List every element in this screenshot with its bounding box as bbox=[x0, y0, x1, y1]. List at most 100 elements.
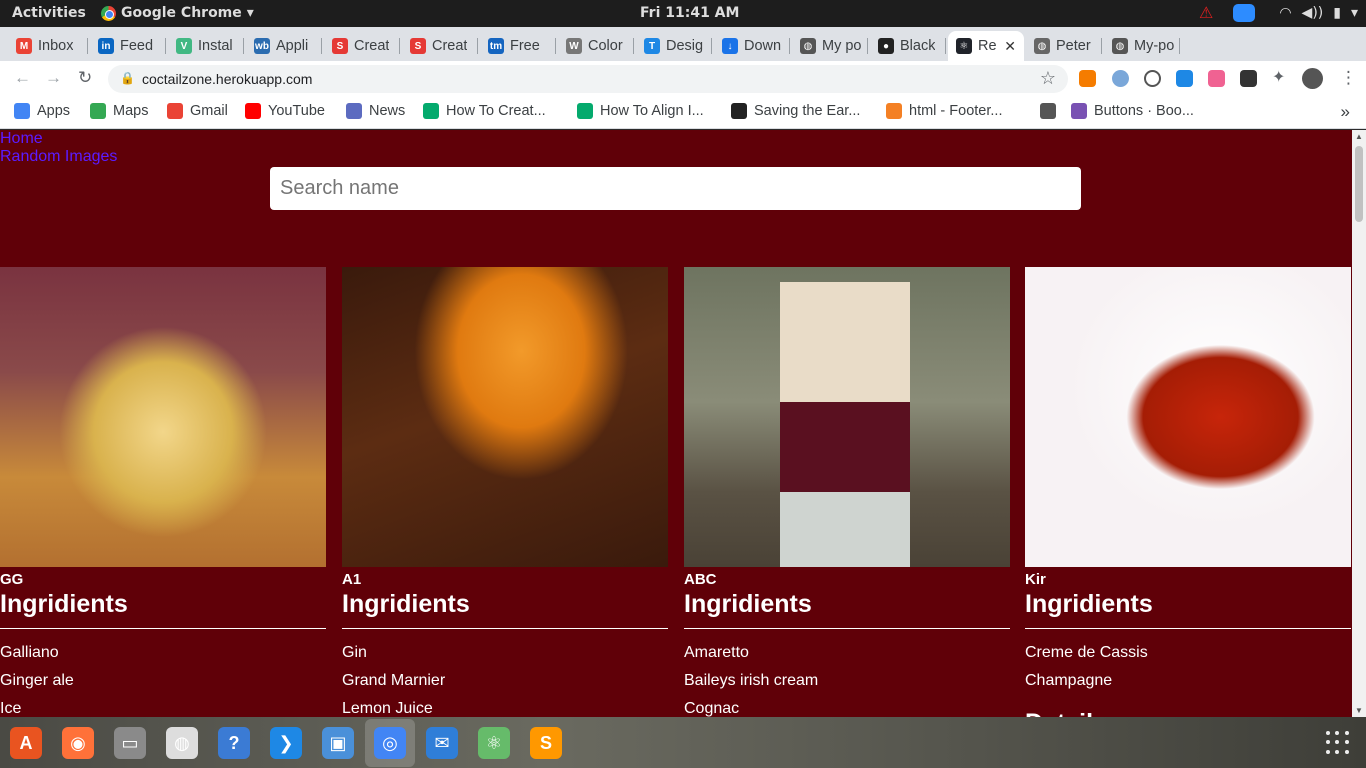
browser-tab[interactable]: ◍ My-po bbox=[1104, 31, 1180, 61]
bookmark-item[interactable]: How To Creat... bbox=[423, 103, 546, 119]
bookmark-star-icon[interactable]: ☆ bbox=[1040, 68, 1056, 89]
battery-icon[interactable]: ▮ bbox=[1333, 5, 1341, 21]
ubuntu-dock: A ◉ ▭ ◍? ❯ ▣ ◎ ✉ ⚛ S bbox=[0, 717, 1366, 768]
martini-glass-photo[interactable] bbox=[342, 267, 668, 567]
clock[interactable]: Fri 11:41 AM bbox=[640, 5, 739, 21]
sublime-icon[interactable]: S bbox=[530, 727, 562, 759]
url-text[interactable]: coctailzone.herokuapp.com bbox=[142, 71, 312, 87]
files-icon[interactable]: ▭ bbox=[114, 727, 146, 759]
browser-tab[interactable]: W Color bbox=[558, 31, 634, 61]
show-applications-icon[interactable] bbox=[1326, 731, 1350, 755]
image-viewer-icon[interactable]: ▣ bbox=[322, 727, 354, 759]
bookmark-item[interactable]: html - Footer... bbox=[886, 103, 1002, 119]
help-icon[interactable]: ? bbox=[218, 727, 250, 759]
browser-tab[interactable]: S Creat bbox=[402, 31, 478, 61]
divider bbox=[684, 628, 1010, 629]
web-page: Home Random Images GG Ingridients Galliano… bbox=[0, 130, 1352, 717]
bookmark-item[interactable]: Saving the Ear... bbox=[731, 103, 860, 119]
bookmark-item[interactable]: Maps bbox=[90, 103, 148, 119]
backup-icon[interactable]: ◍ bbox=[166, 727, 198, 759]
software-center-icon[interactable]: A bbox=[10, 727, 42, 759]
browser-tab[interactable]: ● Black bbox=[870, 31, 946, 61]
activities-button[interactable]: Activities bbox=[12, 5, 86, 21]
cocktail-card[interactable]: Kir Ingridients Creme de Cassis Champagne De… bbox=[1025, 267, 1351, 717]
search-input[interactable] bbox=[270, 167, 1081, 210]
mail-icon[interactable]: ✉ bbox=[426, 727, 458, 759]
browser-tab[interactable]: S Creat bbox=[324, 31, 400, 61]
browser-tab[interactable]: ⚛ Re ✕ bbox=[948, 31, 1024, 61]
chrome-icon bbox=[101, 5, 116, 21]
atom-icon[interactable]: ⚛ bbox=[478, 727, 510, 759]
download-icon: ↓ bbox=[722, 38, 738, 54]
avatar[interactable] bbox=[1302, 68, 1323, 89]
browser-tab[interactable]: ↓ Down bbox=[714, 31, 790, 61]
more-bookmarks-icon[interactable]: » bbox=[1341, 102, 1350, 122]
extension-new-icon[interactable] bbox=[1240, 70, 1257, 87]
github-icon: ● bbox=[878, 38, 894, 54]
browser-tab[interactable]: tm Free bbox=[480, 31, 556, 61]
tab-separator bbox=[867, 38, 868, 54]
wifi-icon[interactable]: ◠ bbox=[1279, 5, 1291, 21]
w3schools-icon bbox=[577, 103, 593, 119]
scrollbar-thumb[interactable] bbox=[1355, 146, 1363, 222]
browser-tab[interactable]: ◍ My po bbox=[792, 31, 868, 61]
menu-kebab-icon[interactable]: ⋮ bbox=[1340, 68, 1357, 88]
firefox-icon[interactable]: ◉ bbox=[62, 727, 94, 759]
system-tray[interactable]: ⚠ ◠ ◀)) ▮ ▾ bbox=[1199, 3, 1358, 22]
browser-tab[interactable]: ◍ Peter bbox=[1026, 31, 1102, 61]
scroll-up-icon[interactable]: ▲ bbox=[1355, 132, 1363, 141]
bookmark-item[interactable]: How To Align I... bbox=[577, 103, 704, 119]
back-button[interactable]: ← bbox=[14, 68, 31, 88]
forward-button[interactable]: → bbox=[45, 68, 62, 88]
bookmark-label: News bbox=[369, 103, 406, 119]
linkedin-icon: in bbox=[98, 38, 114, 54]
bookmark-item[interactable] bbox=[1040, 103, 1063, 119]
extension-key-icon[interactable] bbox=[1079, 70, 1096, 87]
chrome-icon[interactable]: ◎ bbox=[374, 727, 406, 759]
vscode-icon[interactable]: ❯ bbox=[270, 727, 302, 759]
tab-label: Color bbox=[588, 38, 623, 54]
ingredient-item: Grand Marnier bbox=[342, 672, 446, 689]
browser-toolbar: ← → ↻ 🔒 coctailzone.herokuapp.com ☆ ✦ ⋮ bbox=[0, 61, 1366, 97]
volume-icon[interactable]: ◀)) bbox=[1302, 5, 1324, 21]
address-bar[interactable]: 🔒 coctailzone.herokuapp.com ☆ bbox=[108, 65, 1068, 93]
tab-separator bbox=[321, 38, 322, 54]
lock-icon[interactable]: 🔒 bbox=[120, 71, 135, 85]
zoom-icon[interactable] bbox=[1233, 3, 1256, 22]
extension-ring-icon[interactable] bbox=[1144, 70, 1161, 87]
home-link[interactable]: Home bbox=[0, 130, 117, 148]
browser-tab[interactable]: wb Appli bbox=[246, 31, 322, 61]
bookmark-item[interactable]: Gmail bbox=[167, 103, 228, 119]
extension-arrow-icon[interactable] bbox=[1208, 70, 1225, 87]
extensions-puzzle-icon[interactable]: ✦ bbox=[1272, 67, 1289, 86]
close-tab-icon[interactable]: ✕ bbox=[1004, 38, 1016, 55]
browser-tab[interactable]: M Inbox bbox=[8, 31, 88, 61]
shot-glass-photo[interactable] bbox=[684, 267, 1010, 567]
wine-glass-photo[interactable] bbox=[1025, 267, 1351, 567]
bookmark-item[interactable]: YouTube bbox=[245, 103, 325, 119]
tab-label: My po bbox=[822, 38, 862, 54]
glass-tumbler-photo[interactable] bbox=[0, 267, 326, 567]
bookmark-item[interactable]: News bbox=[346, 103, 405, 119]
extension-screen-icon[interactable] bbox=[1176, 70, 1193, 87]
cocktail-card[interactable]: GG Ingridients Galliano Ginger ale Ice bbox=[0, 267, 326, 717]
bookmark-item[interactable]: Buttons · Boo... bbox=[1071, 103, 1194, 119]
extension-circle-icon[interactable] bbox=[1112, 70, 1129, 87]
reload-button[interactable]: ↻ bbox=[78, 68, 92, 88]
cocktail-card[interactable]: ABC Ingridients Amaretto Baileys irish crea… bbox=[684, 267, 1010, 717]
random-images-link[interactable]: Random Images bbox=[0, 148, 117, 166]
scroll-down-icon[interactable]: ▼ bbox=[1355, 706, 1363, 715]
chevron-down-icon[interactable]: ▾ bbox=[1351, 5, 1358, 21]
warning-icon[interactable]: ⚠ bbox=[1199, 3, 1213, 22]
cocktail-card[interactable]: A1 Ingridients Gin Grand Marnier Lemon Juice bbox=[342, 267, 668, 717]
browser-tab[interactable]: T Desig bbox=[636, 31, 712, 61]
page-scrollbar[interactable]: ▲ ▼ bbox=[1352, 130, 1366, 717]
details-heading: Details bbox=[1025, 709, 1351, 717]
globe-icon: ◍ bbox=[1112, 38, 1128, 54]
browser-tab[interactable]: V Instal bbox=[168, 31, 244, 61]
s-icon: S bbox=[410, 38, 426, 54]
app-menu[interactable]: Google Chrome ▾ bbox=[101, 5, 254, 21]
w3schools-icon bbox=[423, 103, 439, 119]
bookmark-item[interactable]: Apps bbox=[14, 103, 70, 119]
browser-tab[interactable]: in Feed bbox=[90, 31, 166, 61]
